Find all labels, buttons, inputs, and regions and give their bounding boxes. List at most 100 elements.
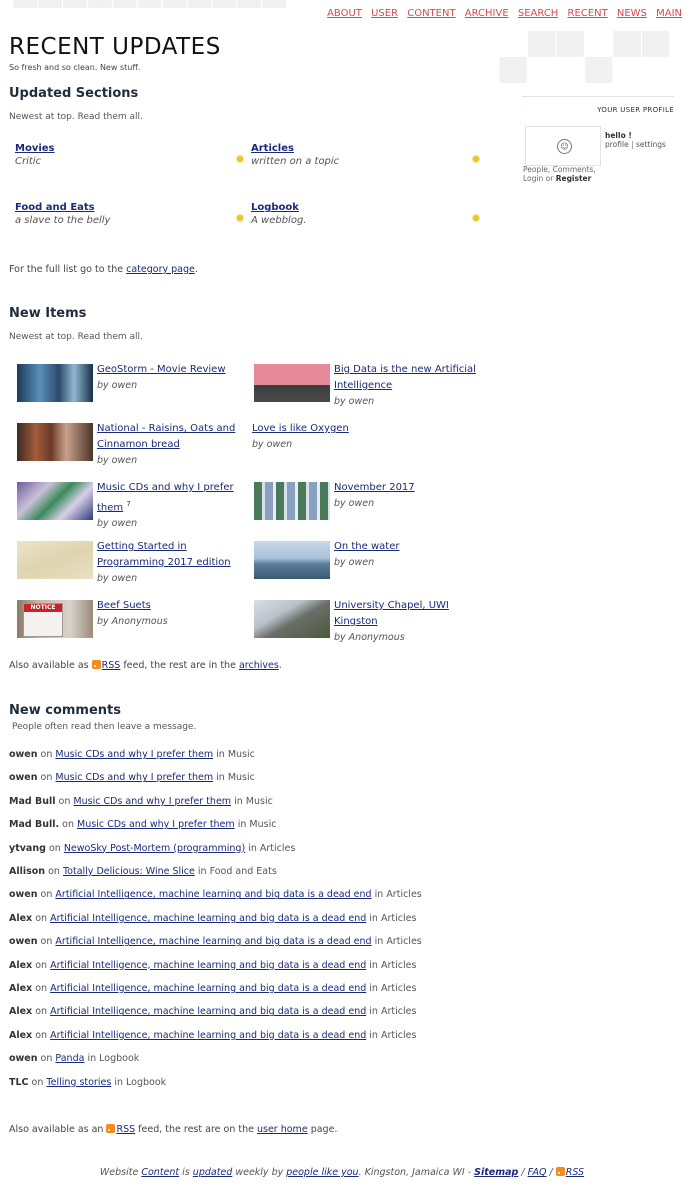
thumbnail-geostorm[interactable] xyxy=(17,364,93,402)
item-link[interactable]: On the water xyxy=(334,541,399,552)
comment-post-link[interactable]: Telling stories xyxy=(46,1077,111,1088)
profile-link[interactable]: profile xyxy=(605,140,629,149)
nav-user[interactable]: USER xyxy=(371,8,398,19)
comment-in: in xyxy=(374,889,384,901)
footer-content-link[interactable]: Content xyxy=(141,1167,179,1178)
comment-category: Music xyxy=(249,819,277,831)
thumbnail-getting-started[interactable] xyxy=(17,541,93,579)
rss-icon[interactable] xyxy=(106,1124,116,1133)
nav-news[interactable]: NEWS xyxy=(617,8,647,19)
comment-on: on xyxy=(40,889,53,901)
comment-row: Alex on Artificial Intelligence, machine… xyxy=(9,1006,416,1017)
section-link-food-and-eats[interactable]: Food and Eats xyxy=(15,202,95,213)
footer-rss-link[interactable]: RSS xyxy=(566,1167,584,1178)
comment-post-link[interactable]: Totally Delicious: Wine Slice xyxy=(63,866,195,877)
site-footer: Website Content is updated weekly by peo… xyxy=(99,1167,585,1178)
nav-archive[interactable]: ARCHIVE xyxy=(465,8,509,19)
item-link[interactable]: November 2017 xyxy=(334,482,415,493)
list-item: Music CDs and why I prefer them 7 by owe… xyxy=(17,480,253,532)
item-link[interactable]: National - Raisins, Oats and Cinnamon br… xyxy=(97,423,235,450)
item-link[interactable]: Love is like Oxygen xyxy=(252,423,349,434)
footer-faq-link[interactable]: FAQ xyxy=(528,1167,547,1178)
item-link[interactable]: Beef Suets xyxy=(97,600,151,611)
item-link[interactable]: Getting Started in Programming 2017 edit… xyxy=(97,541,231,568)
comment-on: on xyxy=(62,819,74,831)
section-link-logbook[interactable]: Logbook xyxy=(251,202,299,213)
list-item: National - Raisins, Oats and Cinnamon br… xyxy=(17,421,253,473)
user-home-link[interactable]: user home xyxy=(257,1124,308,1135)
comment-user: owen xyxy=(9,749,38,760)
item-link[interactable]: Music CDs and why I prefer them xyxy=(97,482,234,513)
comment-post-link[interactable]: Artificial Intelligence, machine learnin… xyxy=(50,1006,366,1017)
thumbnail-university-chapel[interactable] xyxy=(254,600,330,638)
comment-post-link[interactable]: Music CDs and why I prefer them xyxy=(77,819,235,830)
hello-text: hello ! xyxy=(605,131,632,140)
comment-user: Allison xyxy=(9,866,46,877)
comment-post-link[interactable]: Music CDs and why I prefer them xyxy=(55,772,213,783)
rss-icon[interactable] xyxy=(91,660,101,669)
avatar-icon[interactable]: ☺ xyxy=(557,139,572,154)
nav-about[interactable]: ABOUT xyxy=(327,8,362,19)
settings-link[interactable]: settings xyxy=(636,140,666,149)
thumbnail-beef-suets[interactable]: NOTICE xyxy=(17,600,93,638)
comment-on: on xyxy=(48,866,60,877)
comment-category: Logbook xyxy=(99,1053,140,1065)
list-item: NOTICE Beef Suets by Anonymous xyxy=(17,598,253,650)
list-item: GeoStorm - Movie Review by owen xyxy=(17,362,253,414)
comment-post-link[interactable]: Music CDs and why I prefer them xyxy=(55,749,213,760)
list-item: University Chapel, UWI Kingston by Anony… xyxy=(254,598,490,650)
comment-post-link[interactable]: Music CDs and why I prefer them xyxy=(73,796,231,807)
top-navigation: ABOUT USER CONTENT ARCHIVE SEARCH RECENT… xyxy=(327,8,682,19)
item-author: by owen xyxy=(252,439,293,450)
footer-sitemap-link[interactable]: Sitemap xyxy=(474,1167,518,1178)
rss-link[interactable]: RSS xyxy=(102,660,121,671)
thumbnail-music-cds[interactable] xyxy=(17,482,93,520)
nav-recent[interactable]: RECENT xyxy=(568,8,608,19)
footer-updated-link[interactable]: updated xyxy=(193,1167,233,1178)
comment-post-link[interactable]: Artificial Intelligence, machine learnin… xyxy=(50,913,366,924)
rss-icon[interactable] xyxy=(555,1167,565,1176)
comment-in: in xyxy=(197,866,207,877)
item-link[interactable]: Big Data is the new Artificial Intellige… xyxy=(334,364,476,391)
comment-post-link[interactable]: NewoSky Post-Mortem (programming) xyxy=(64,843,245,854)
nav-search[interactable]: SEARCH xyxy=(518,8,558,19)
comment-on: on xyxy=(35,1006,48,1018)
nav-main[interactable]: MAIN xyxy=(656,8,682,19)
category-page-link[interactable]: category page xyxy=(126,264,195,275)
item-link[interactable]: GeoStorm - Movie Review xyxy=(97,364,226,375)
page-tagline: So fresh and so clean. New stuff. xyxy=(9,63,141,72)
footer-people-link[interactable]: people like you xyxy=(286,1167,358,1178)
people-comments-login: People, Comments, Login or Register xyxy=(523,165,596,183)
comment-user: Alex xyxy=(9,959,33,971)
register-link[interactable]: Register xyxy=(556,174,592,183)
comment-row: TLC on Telling stories in Logbook xyxy=(9,1077,166,1088)
item-link[interactable]: University Chapel, UWI Kingston xyxy=(334,600,449,627)
archives-link[interactable]: archives xyxy=(239,660,279,671)
comment-post-link[interactable]: Panda xyxy=(55,1053,84,1064)
thumbnail-november-2017[interactable] xyxy=(254,482,330,520)
login-link[interactable]: Login xyxy=(523,174,543,183)
comment-post-link[interactable]: Artificial Intelligence, machine learnin… xyxy=(50,983,366,994)
section-link-movies[interactable]: Movies xyxy=(15,143,55,154)
comment-post-link[interactable]: Artificial Intelligence, machine learnin… xyxy=(55,936,371,947)
avatar-frame: ☺ xyxy=(525,126,601,166)
nav-content[interactable]: CONTENT xyxy=(407,8,455,19)
comment-on: on xyxy=(58,795,71,807)
comment-post-link[interactable]: Artificial Intelligence, machine learnin… xyxy=(50,960,366,971)
user-profile-widget: YOUR USER PROFILE ☺ hello ! profile | se… xyxy=(522,96,674,183)
section-desc: A webblog. xyxy=(251,215,307,226)
section-link-articles[interactable]: Articles xyxy=(251,143,294,154)
updated-sections-heading: Updated Sections xyxy=(9,86,139,101)
thumbnail-on-the-water[interactable] xyxy=(254,541,330,579)
new-comments-heading: New comments xyxy=(9,703,121,718)
full-list-note: For the full list go to the category pag… xyxy=(9,264,198,275)
thumbnail-national-bread[interactable] xyxy=(17,423,93,461)
thumbnail-big-data[interactable] xyxy=(254,364,330,402)
item-author: by owen xyxy=(334,557,375,568)
comment-post-link[interactable]: Artificial Intelligence, machine learnin… xyxy=(50,1030,366,1041)
comment-in: in xyxy=(216,749,225,760)
comment-user: Alex xyxy=(9,1029,33,1041)
rss-link[interactable]: RSS xyxy=(116,1124,135,1135)
comment-in: in xyxy=(234,795,243,807)
comment-post-link[interactable]: Artificial Intelligence, machine learnin… xyxy=(55,889,371,900)
